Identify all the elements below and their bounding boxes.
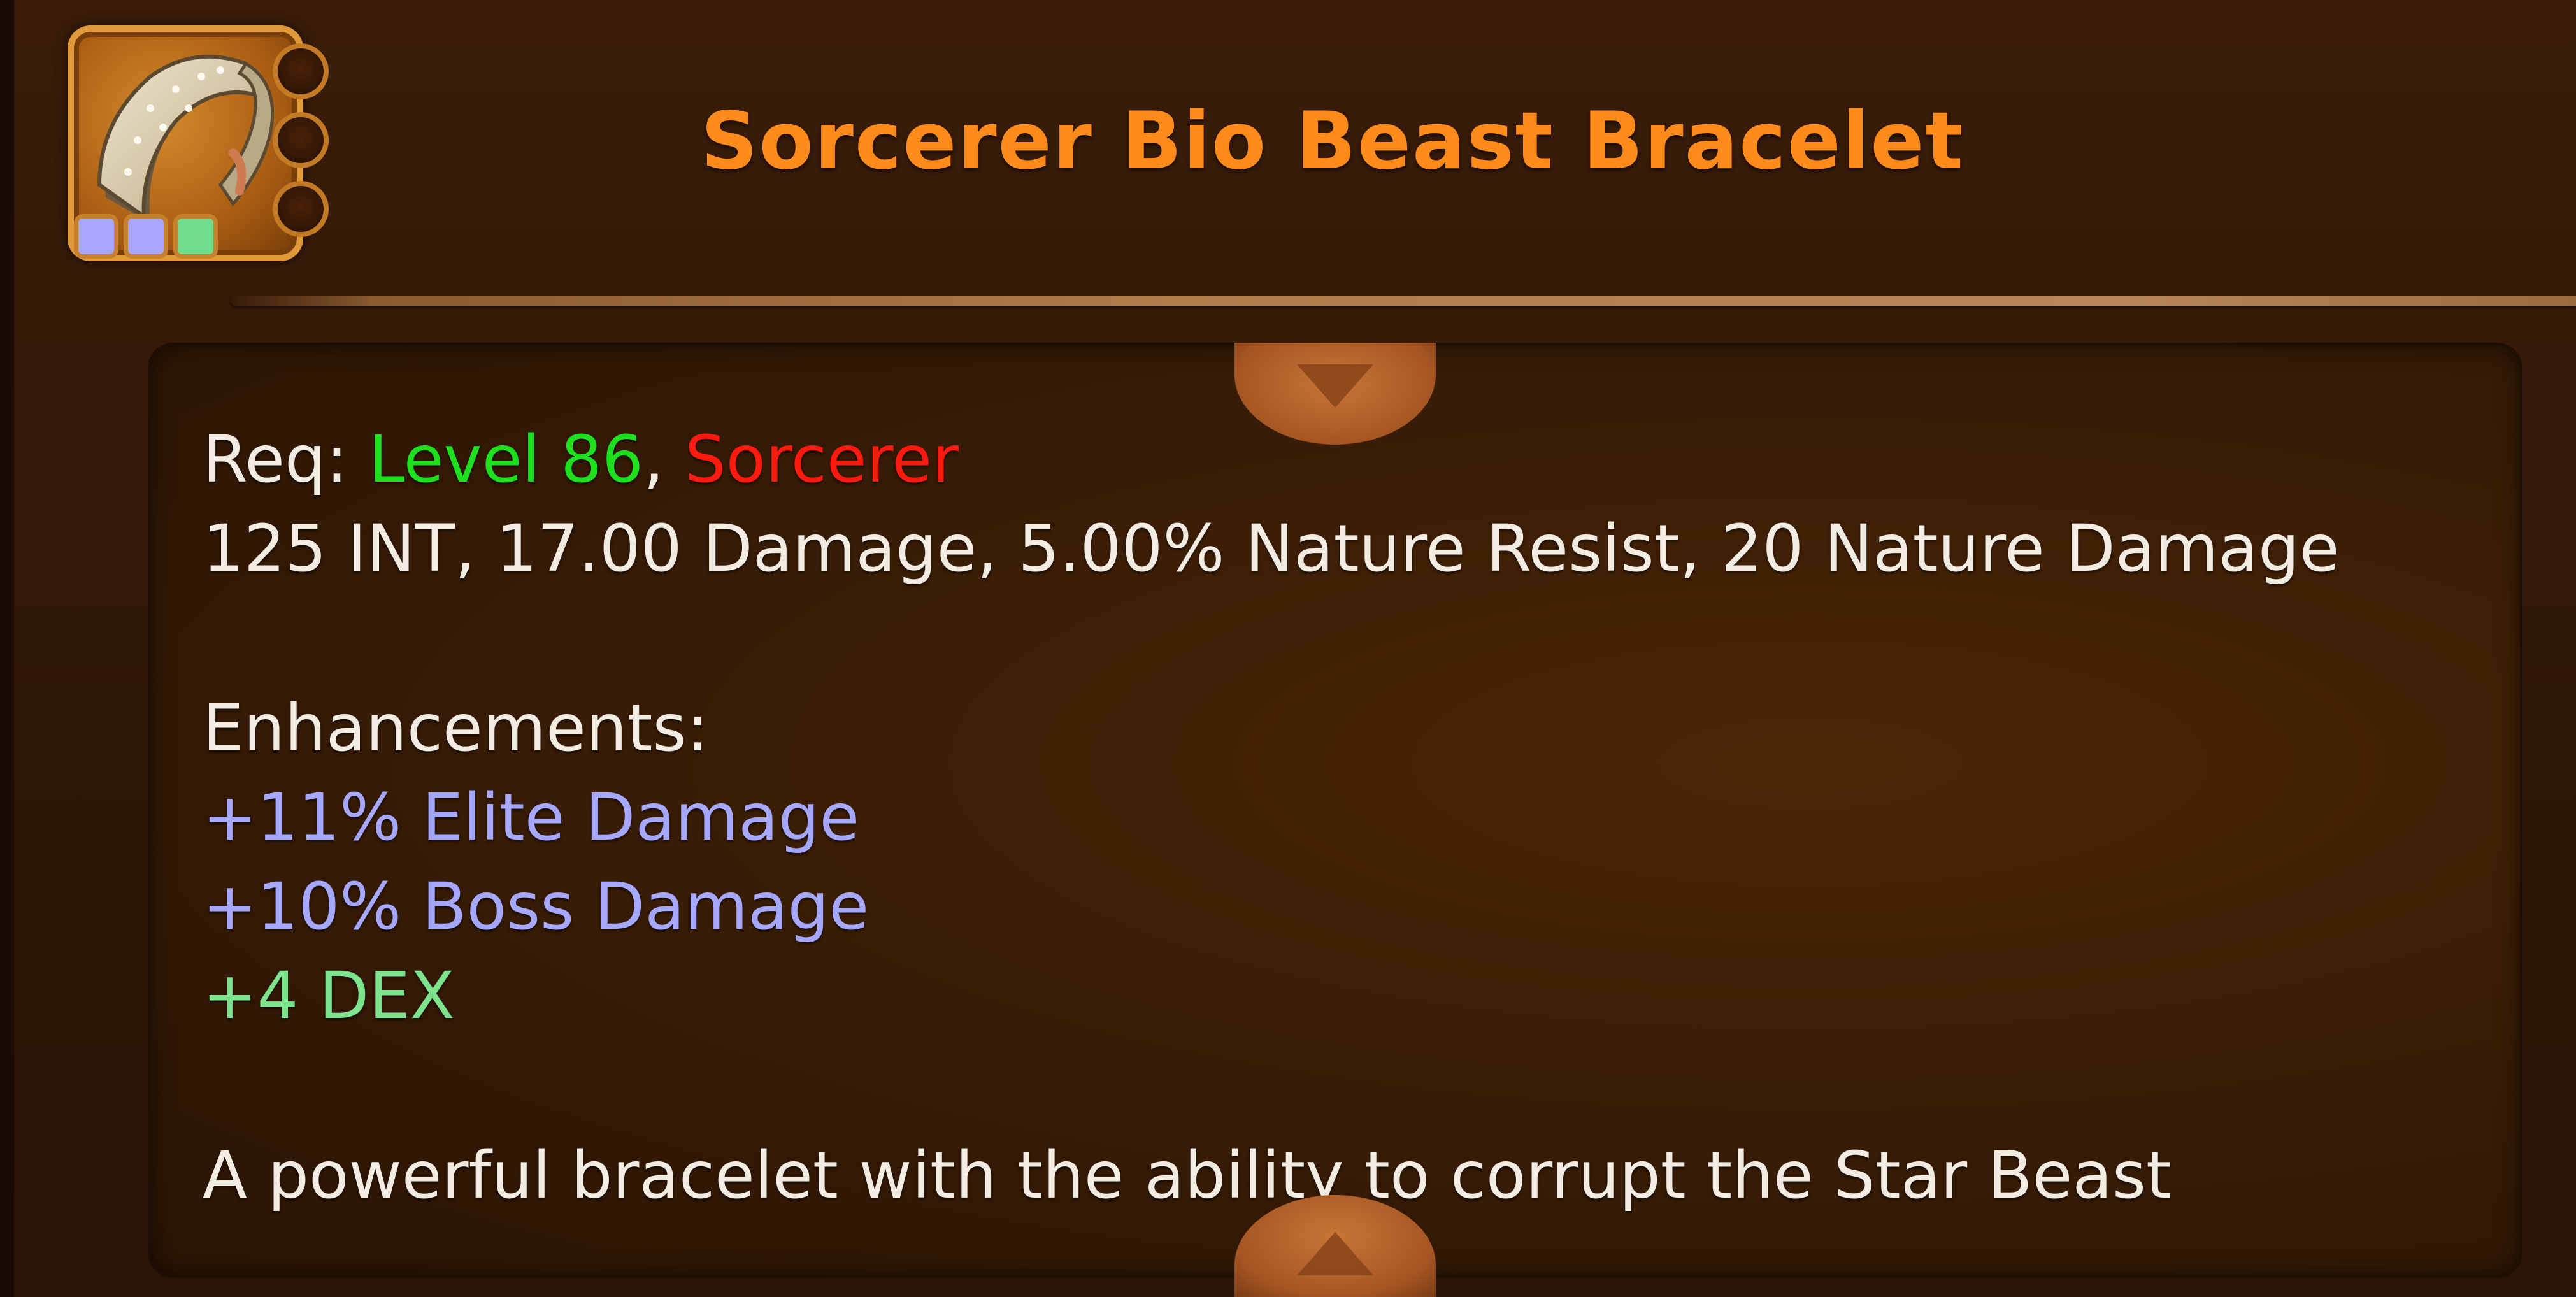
chevron-up-icon	[1297, 1232, 1373, 1275]
enhancement-elite-damage: +11% Elite Damage	[203, 780, 860, 856]
gem-icon	[124, 214, 168, 259]
item-description: A powerful bracelet with the ability to …	[203, 1138, 2172, 1214]
requirements-separator: ,	[643, 422, 685, 498]
gem-icon	[173, 214, 218, 259]
gem-row	[74, 214, 218, 259]
empty-socket-icon	[273, 112, 329, 168]
requirements-line: Req: Level 86, Sorcerer	[203, 415, 959, 505]
empty-socket-icon	[273, 181, 329, 237]
scroll-down-button[interactable]	[1234, 1195, 1436, 1297]
gem-icon	[74, 214, 118, 259]
requirement-class: Sorcerer	[684, 422, 959, 498]
enhancement-dex: +4 DEX	[203, 958, 455, 1034]
item-slot[interactable]	[68, 25, 329, 261]
chevron-down-icon	[1297, 364, 1373, 408]
enhancements-heading: Enhancements:	[203, 691, 708, 766]
title-divider	[231, 296, 2576, 306]
socket-column	[273, 43, 336, 250]
enhancement-boss-damage: +10% Boss Damage	[203, 869, 869, 945]
requirements-prefix: Req:	[203, 422, 369, 498]
scroll-up-button[interactable]	[1234, 343, 1436, 445]
item-title: Sorcerer Bio Beast Bracelet	[701, 96, 1964, 187]
requirement-level: Level 86	[368, 422, 644, 498]
empty-socket-icon	[273, 43, 329, 99]
base-stats: 125 INT, 17.00 Damage, 5.00% Nature Resi…	[203, 511, 2340, 587]
item-tooltip: Sorcerer Bio Beast Bracelet Req: Level 8…	[0, 0, 2576, 1297]
